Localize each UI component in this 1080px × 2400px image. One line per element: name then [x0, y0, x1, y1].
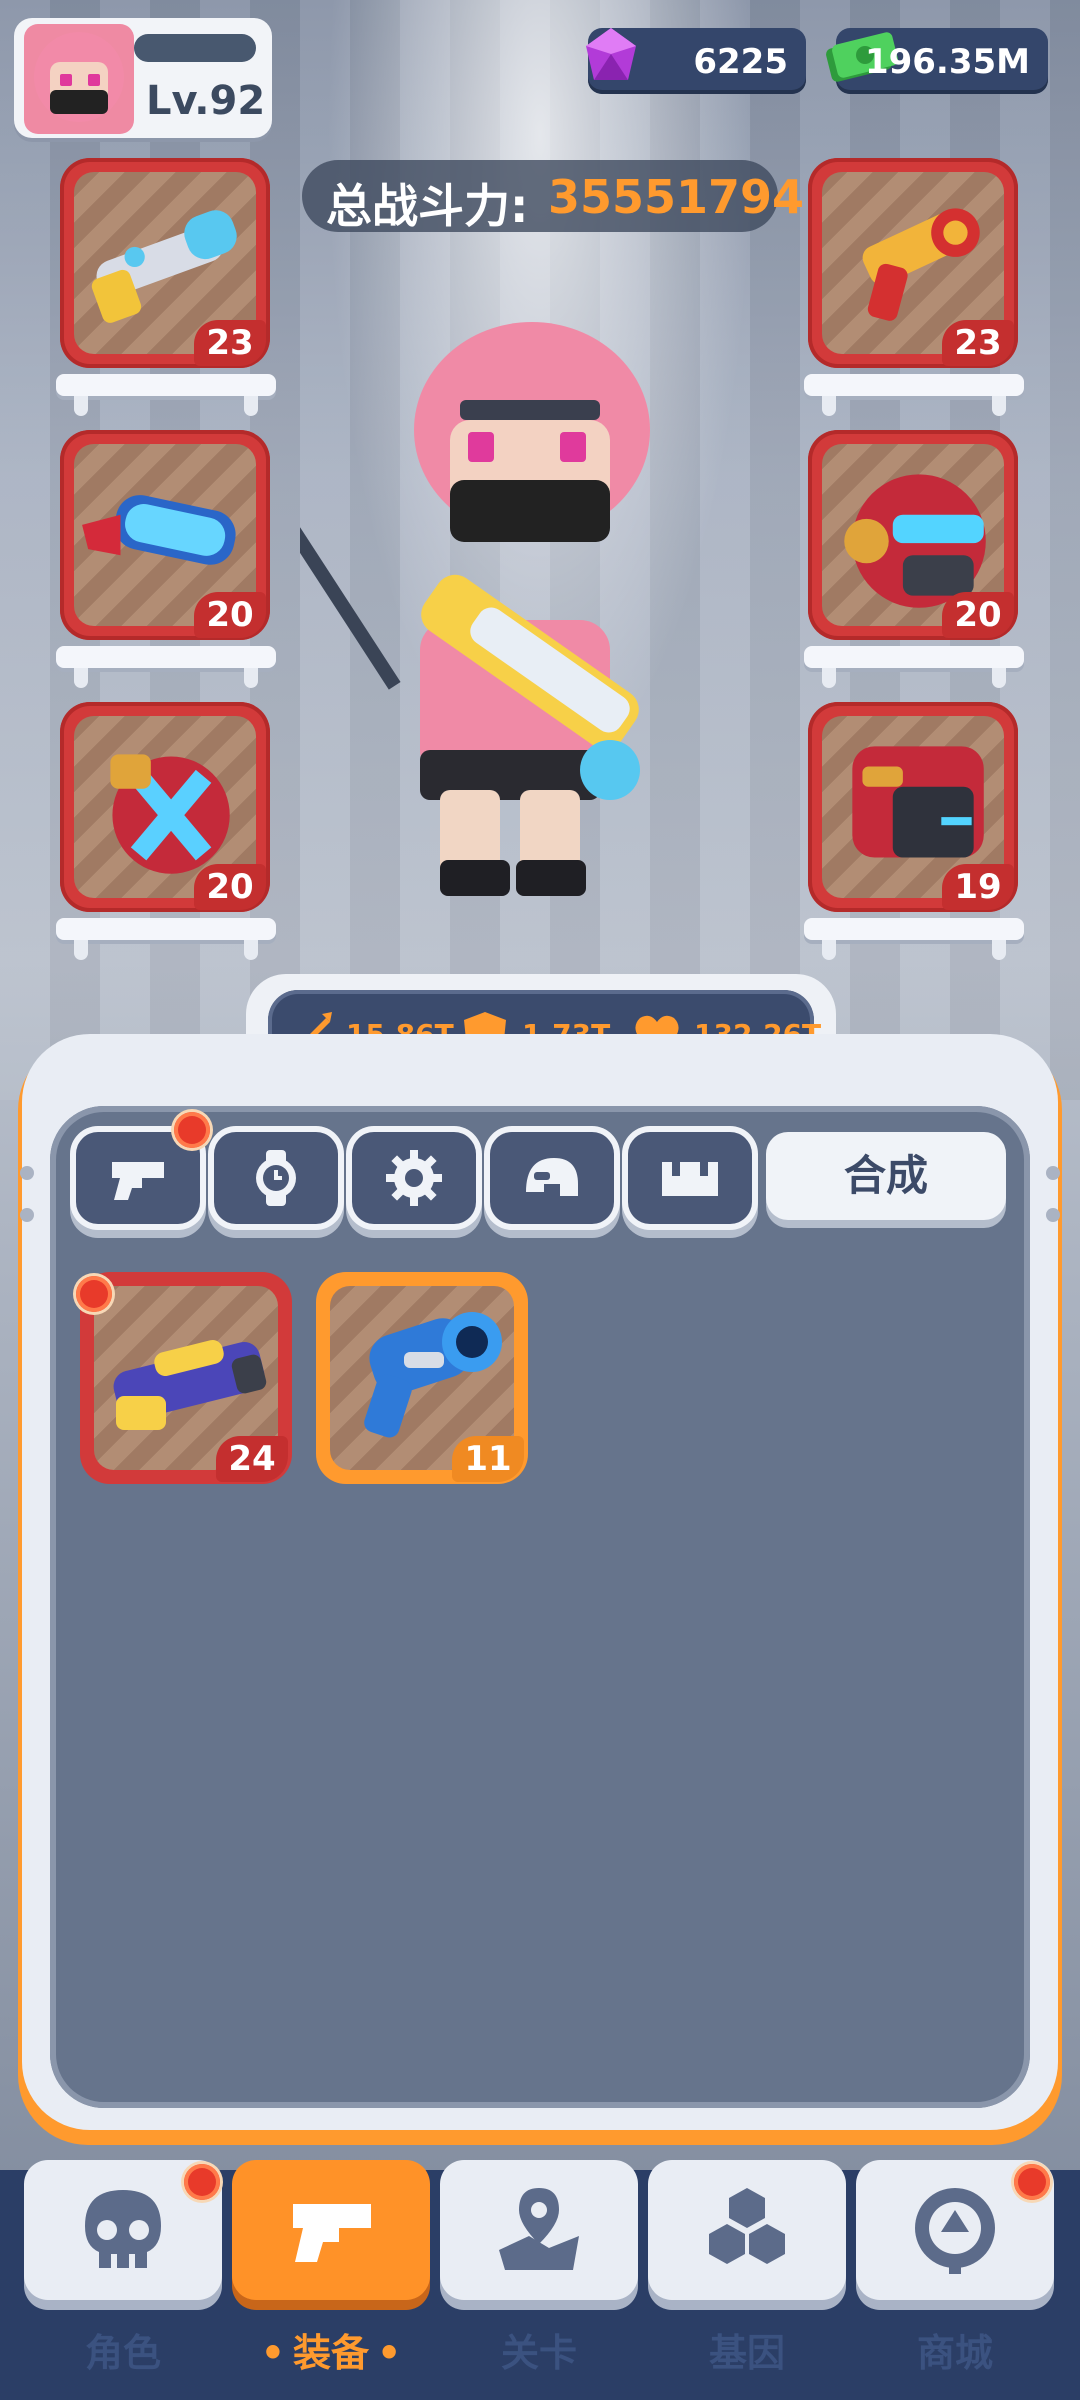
equip-slot-pistol[interactable]: 23: [808, 158, 1018, 368]
nav-label: 基因: [708, 2331, 785, 2375]
slot-level: 23: [942, 320, 1014, 366]
item-level: 24: [216, 1436, 288, 1482]
slot-level: 20: [194, 592, 266, 638]
inventory-item[interactable]: 24: [80, 1272, 292, 1484]
equip-slot-weapon[interactable]: 23: [60, 158, 270, 368]
helmet-icon: [526, 1158, 578, 1196]
player-card[interactable]: Lv.92: [14, 18, 272, 138]
tab-armor[interactable]: [628, 1132, 752, 1224]
nav-label: 装备: [232, 2322, 430, 2377]
shelf: [804, 374, 1024, 416]
total-power-banner: 总战斗力: 35551794: [302, 160, 804, 233]
map-pin-icon: [499, 2188, 579, 2270]
inventory-item[interactable]: 11: [316, 1272, 528, 1484]
shelf: [56, 374, 276, 416]
slot-level: 23: [194, 320, 266, 366]
total-power-value: 35551794: [548, 170, 805, 224]
gem-icon: [586, 28, 636, 80]
nav-stage[interactable]: [440, 2160, 638, 2300]
slot-level: 19: [942, 864, 1014, 910]
shelf: [56, 646, 276, 688]
tab-helmet[interactable]: [490, 1132, 614, 1224]
nav-gene[interactable]: [648, 2160, 846, 2300]
gem-counter[interactable]: 6225: [586, 28, 806, 94]
cash-counter[interactable]: 196.35M: [826, 28, 1048, 94]
character-model: [300, 322, 650, 896]
watch-icon: [256, 1150, 296, 1206]
armor-icon: [662, 1162, 718, 1196]
nav-label: 角色: [84, 2331, 161, 2375]
gear-icon: [386, 1150, 442, 1206]
shelf: [804, 918, 1024, 960]
cash-value: 196.35M: [864, 42, 1030, 82]
hexagons-icon: [709, 2188, 785, 2264]
inventory-grid: [50, 1106, 1030, 2108]
shelf: [56, 918, 276, 960]
notification-badge: [184, 2164, 220, 2200]
gem-value: 6225: [693, 42, 788, 82]
weapon-icon: [293, 2204, 371, 2262]
nav-equipment[interactable]: [232, 2160, 430, 2300]
shelf: [804, 646, 1024, 688]
avatar: [24, 24, 134, 134]
total-power-label: 总战斗力:: [326, 179, 529, 233]
shop-icon: [915, 2188, 995, 2274]
merge-button[interactable]: 合成: [766, 1132, 1006, 1220]
nav-label: 关卡: [500, 2331, 577, 2375]
equip-slot-goggles[interactable]: 20: [60, 430, 270, 640]
item-level: 11: [452, 1436, 524, 1482]
equip-slot-shoulder[interactable]: 20: [60, 702, 270, 912]
slot-level: 20: [194, 864, 266, 910]
notification-badge: [76, 1276, 112, 1312]
gun-icon: [112, 1162, 164, 1200]
equip-slot-helmet[interactable]: 20: [808, 430, 1018, 640]
slot-level: 20: [942, 592, 1014, 638]
player-name-bar: [134, 34, 256, 62]
tab-weapon[interactable]: [76, 1132, 200, 1224]
notification-badge: [174, 1112, 210, 1148]
tab-gear[interactable]: [352, 1132, 476, 1224]
player-level: Lv.92: [146, 78, 266, 124]
skull-icon: [85, 2190, 161, 2268]
nav-label: 商城: [916, 2331, 993, 2375]
equip-slot-armor[interactable]: 19: [808, 702, 1018, 912]
notification-badge: [1014, 2164, 1050, 2200]
tab-watch[interactable]: [214, 1132, 338, 1224]
